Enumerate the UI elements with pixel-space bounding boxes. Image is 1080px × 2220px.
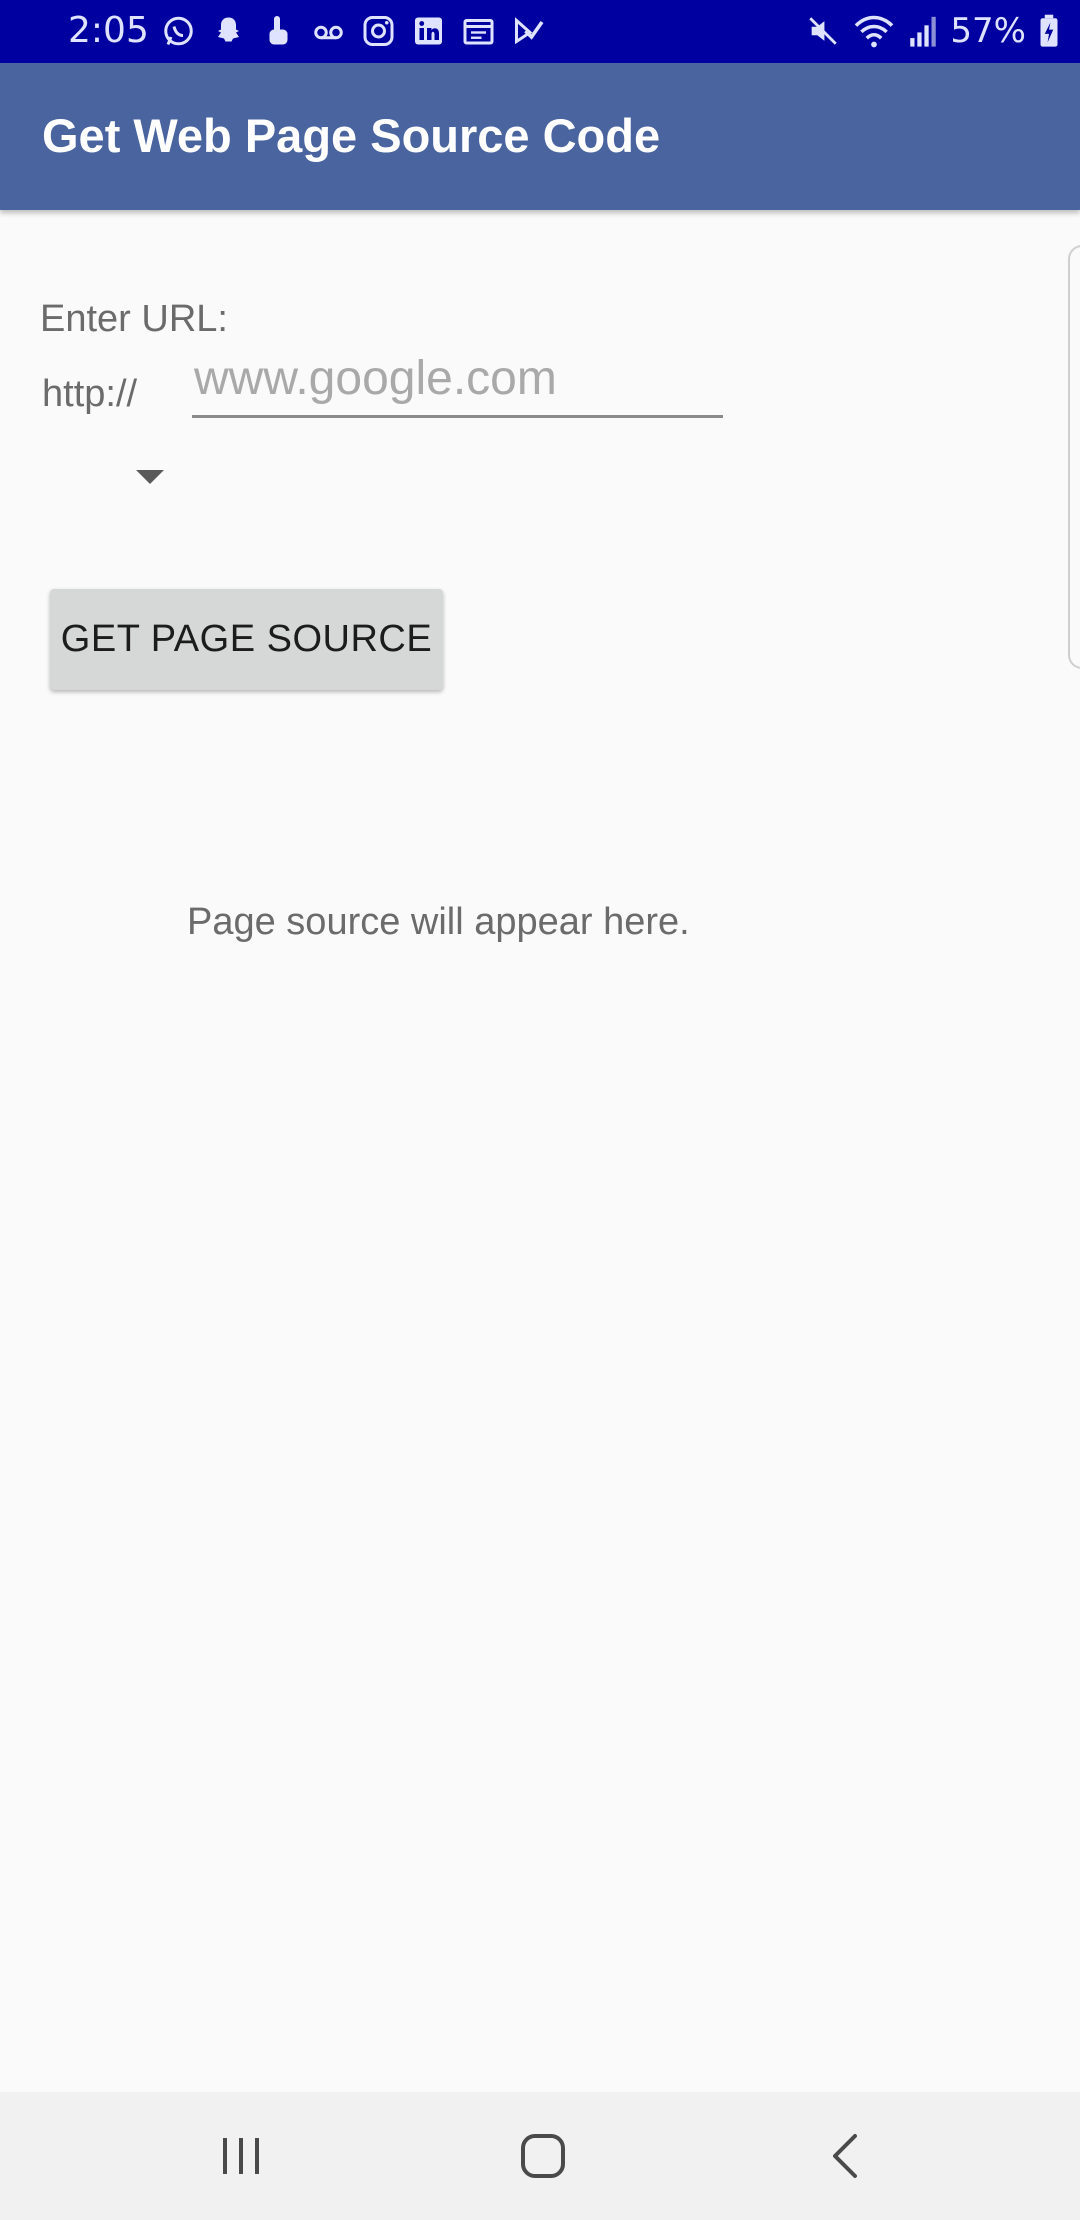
scheme-value: http:// [42, 373, 138, 415]
voicemail-icon [314, 25, 343, 40]
snapchat-icon [218, 17, 239, 42]
status-bar: 2:05 57% [0, 0, 1080, 63]
checkmark-icon [515, 17, 544, 45]
home-button[interactable] [483, 2110, 603, 2202]
back-icon [833, 2134, 857, 2178]
scroll-edge-indicator [1068, 245, 1080, 669]
back-button[interactable] [785, 2110, 905, 2202]
notification-icons [160, 13, 547, 49]
signal-icon [910, 16, 937, 47]
whatsapp-icon [164, 16, 193, 46]
status-time: 2:05 [68, 10, 149, 51]
url-input[interactable] [192, 348, 723, 418]
scheme-spinner[interactable]: http:// [40, 366, 180, 496]
recent-apps-button[interactable] [181, 2110, 301, 2202]
app-title: Get Web Page Source Code [42, 109, 661, 162]
get-page-source-button[interactable]: GET PAGE SOURCE [50, 589, 443, 690]
system-icons: 57% [806, 11, 1060, 51]
calendar-icon [463, 19, 494, 45]
touch-icon [269, 16, 288, 45]
app-bar: Get Web Page Source Code [0, 63, 1080, 210]
dropdown-arrow-icon [136, 470, 164, 484]
home-icon [521, 2134, 565, 2178]
battery-charging-icon [1040, 14, 1058, 47]
recent-apps-icon [223, 2138, 259, 2174]
instagram-icon [363, 16, 394, 46]
page-source-output: Page source will appear here. [187, 901, 690, 943]
url-label: Enter URL: [40, 298, 228, 340]
mute-icon [809, 17, 838, 45]
navigation-bar [0, 2092, 1080, 2220]
wifi-icon [855, 15, 894, 48]
battery-percentage: 57% [950, 11, 1026, 51]
linkedin-icon [415, 17, 442, 45]
